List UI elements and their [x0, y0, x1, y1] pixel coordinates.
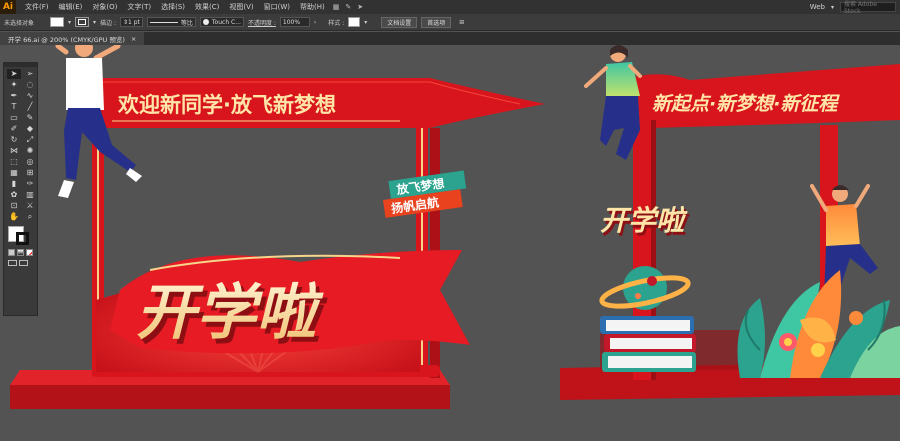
plants-illustration [737, 270, 900, 378]
none-mode-icon[interactable] [26, 249, 33, 256]
brush-icon[interactable]: ✎ [342, 3, 354, 11]
stock-search-input[interactable]: 搜索 Adobe Stock [840, 1, 896, 15]
arrange-documents-icon[interactable]: ⊞ [459, 19, 464, 26]
artboard-tool-icon[interactable]: ⊡ [7, 201, 21, 211]
free-transform-tool-icon[interactable]: ⬚ [7, 157, 21, 167]
direct-selection-tool-icon[interactable]: ➢ [23, 69, 37, 79]
brush-select[interactable]: Touch C... [199, 17, 244, 27]
symbol-sprayer-tool-icon[interactable]: ✿ [7, 190, 21, 200]
pen-tool-icon[interactable]: ✒ [7, 91, 21, 101]
screen-mode-buttons [8, 260, 37, 266]
chevron-down-icon[interactable]: ▾ [831, 4, 834, 11]
shaper-tool-icon[interactable]: ✐ [7, 124, 21, 134]
tools-panel: ➤ ➢ ✦ ◌ ✒ ∿ T ╱ ▭ ✎ ✐ ◆ ↻ ⤢ ⋈ ✺ ⬚ ◎ ▦ ⊞ ▮ ✑ ✿ ▥ ⊡ ⚔ ✋ ⌕ [3, 62, 38, 316]
stroke-profile-preview [149, 21, 178, 23]
zoom-tool-icon[interactable]: ⌕ [23, 212, 37, 222]
chevron-down-icon[interactable]: ▾ [93, 19, 96, 26]
color-mode-buttons [8, 249, 37, 256]
left-banner-text: 欢迎新同学·放飞新梦想 [117, 93, 336, 117]
curvature-tool-icon[interactable]: ∿ [23, 91, 37, 101]
gradient-tool-icon[interactable]: ▮ [7, 179, 21, 189]
shape-builder-tool-icon[interactable]: ◎ [23, 157, 37, 167]
menu-edit[interactable]: 编辑(E) [54, 2, 88, 12]
right-main-text: 开学啦 [600, 204, 688, 237]
perspective-grid-tool-icon[interactable]: ▦ [7, 168, 21, 178]
slogan-badge: 放飞梦想 扬帆启航 [383, 170, 467, 218]
menu-window[interactable]: 窗口(W) [259, 2, 295, 12]
grid-view-icon[interactable]: ▦ [330, 3, 343, 11]
fill-swatch[interactable] [50, 17, 64, 27]
stroke-profile-select[interactable]: 等比 [146, 17, 196, 27]
slice-tool-icon[interactable]: ⚔ [23, 201, 37, 211]
document-tab-bar: 开学 66.ai @ 200% (CMYK/GPU 预览) × [0, 32, 900, 45]
menu-object[interactable]: 对象(O) [87, 2, 122, 12]
illustrator-window: Ai 文件(F) 编辑(E) 对象(O) 文字(T) 选择(S) 效果(C) 视… [0, 0, 900, 441]
rectangle-tool-icon[interactable]: ▭ [7, 113, 21, 123]
chevron-down-icon[interactable]: ▾ [364, 19, 367, 26]
selection-tool-icon[interactable]: ➤ [7, 69, 21, 79]
app-logo: Ai [0, 0, 16, 14]
hand-tool-icon[interactable]: ✋ [7, 212, 21, 222]
left-floor-front [10, 385, 450, 409]
planet-illustration [599, 266, 691, 310]
mesh-tool-icon[interactable]: ⊞ [23, 168, 37, 178]
eyedropper-tool-icon[interactable]: ✑ [23, 179, 37, 189]
document-tab-title: 开学 66.ai @ 200% (CMYK/GPU 预览) [8, 35, 125, 44]
send-icon[interactable]: ➤ [354, 3, 366, 11]
opacity-label[interactable]: 不透明度 : [248, 18, 276, 27]
stroke-weight-field[interactable]: ⇕ 1 pt [119, 17, 143, 27]
menu-select[interactable]: 选择(S) [156, 2, 190, 12]
stroke-color-box[interactable] [16, 232, 29, 245]
brush-dot-icon [202, 19, 209, 25]
column-graph-tool-icon[interactable]: ▥ [23, 190, 37, 200]
style-label: 样式 : [328, 19, 345, 27]
stroke-profile-value: 等比 [180, 19, 193, 27]
screen-mode-icon[interactable] [19, 260, 28, 266]
magic-wand-tool-icon[interactable]: ✦ [7, 80, 21, 90]
brush-value: Touch C... [211, 18, 241, 26]
chevron-right-icon[interactable]: › [314, 19, 316, 26]
workspace-switcher[interactable]: Web [810, 3, 825, 11]
scale-tool-icon[interactable]: ⤢ [23, 135, 37, 145]
books-stack-illustration [600, 316, 696, 372]
opacity-field[interactable]: 100% [279, 17, 310, 27]
line-segment-tool-icon[interactable]: ╱ [23, 102, 37, 112]
selection-status: 未选择对象 [4, 19, 35, 27]
paintbrush-tool-icon[interactable]: ✎ [23, 113, 37, 123]
menu-file[interactable]: 文件(F) [20, 2, 54, 12]
chevron-down-icon[interactable]: ▾ [68, 19, 71, 26]
control-bar: 未选择对象 ▾ ▾ 描边 : ⇕ 1 pt 等比 Touch C... 不透明度… [0, 14, 900, 31]
opacity-value: 100% [282, 18, 301, 26]
color-mode-icon[interactable] [8, 249, 15, 256]
stroke-weight-value: 1 pt [128, 18, 140, 26]
menu-effect[interactable]: 效果(C) [190, 2, 224, 12]
left-main-text: 开学啦 [136, 278, 324, 348]
eraser-tool-icon[interactable]: ◆ [23, 124, 37, 134]
type-tool-icon[interactable]: T [7, 102, 21, 112]
document-setup-button[interactable]: 文档设置 [381, 16, 418, 28]
artboard-canvas[interactable]: 欢迎新同学·放飞新梦想 开学啦 开学啦 放飞梦想 扬帆启航 新起点·新梦想·新征… [0, 39, 900, 441]
menu-bar: Ai 文件(F) 编辑(E) 对象(O) 文字(T) 选择(S) 效果(C) 视… [0, 0, 900, 15]
document-tab[interactable]: 开学 66.ai @ 200% (CMYK/GPU 预览) × [0, 32, 145, 45]
rotate-tool-icon[interactable]: ↻ [7, 135, 21, 145]
lasso-tool-icon[interactable]: ◌ [23, 80, 37, 90]
warp-tool-icon[interactable]: ✺ [23, 146, 37, 156]
artwork: 欢迎新同学·放飞新梦想 开学啦 开学啦 放飞梦想 扬帆启航 新起点·新梦想·新征… [10, 39, 900, 409]
draw-mode-icon[interactable] [8, 260, 17, 266]
stroke-label: 描边 : [100, 19, 116, 27]
style-swatch[interactable] [348, 17, 361, 27]
stroke-swatch[interactable] [75, 17, 90, 27]
width-tool-icon[interactable]: ⋈ [7, 146, 21, 156]
preferences-button[interactable]: 首选项 [421, 16, 452, 28]
fill-stroke-widget[interactable] [8, 226, 34, 246]
menu-help[interactable]: 帮助(H) [295, 2, 330, 12]
right-banner-text: 新起点·新梦想·新征程 [652, 93, 840, 115]
menu-view[interactable]: 视图(V) [224, 2, 258, 12]
close-icon[interactable]: × [131, 35, 136, 43]
right-girl-illustration [584, 45, 642, 160]
menu-type[interactable]: 文字(T) [122, 2, 156, 12]
gradient-mode-icon[interactable] [17, 249, 24, 256]
